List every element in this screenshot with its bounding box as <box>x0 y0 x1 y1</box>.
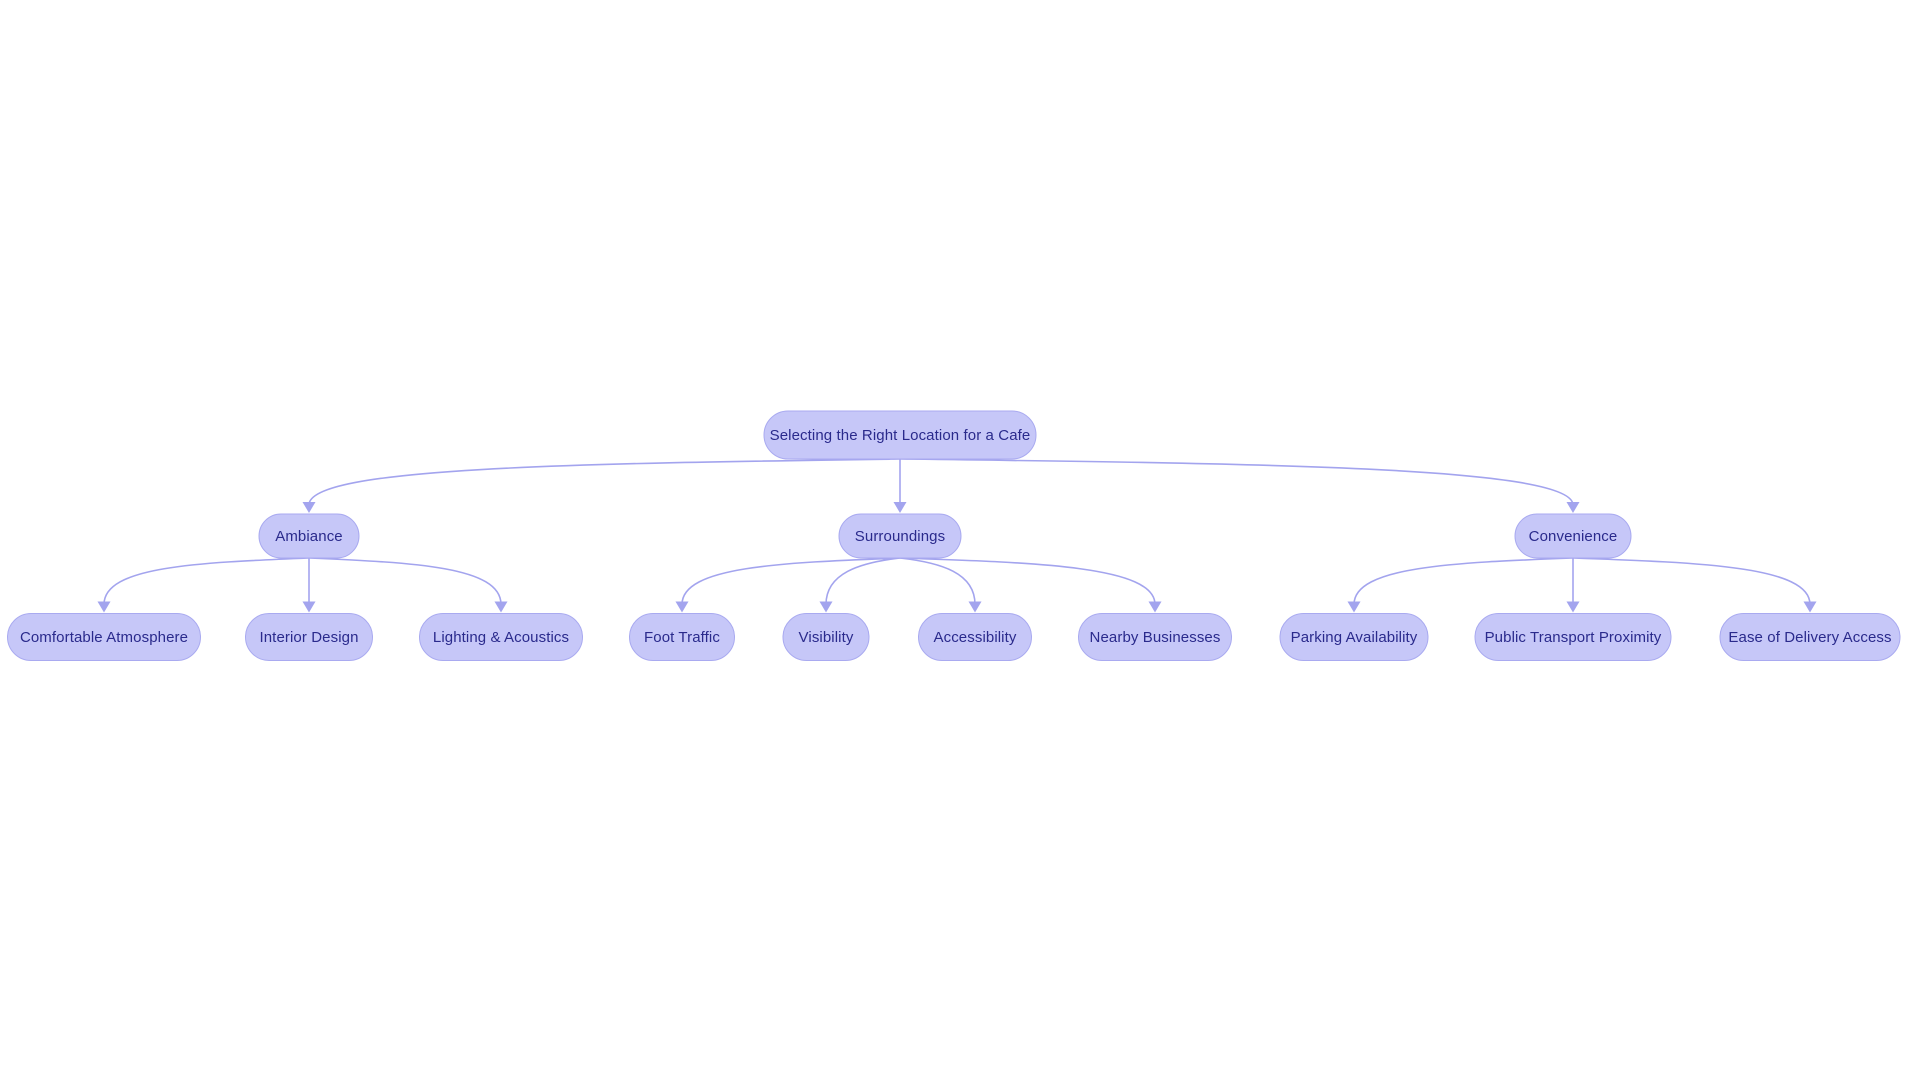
arrowhead-root-to-ambiance <box>302 502 316 513</box>
node-root[interactable]: Selecting the Right Location for a Cafe <box>763 410 1037 460</box>
arrowhead-surroundings-to-foot-traffic <box>675 601 689 613</box>
arrowhead-convenience-to-parking-availability <box>1347 601 1361 613</box>
node-convenience[interactable]: Convenience <box>1514 513 1632 559</box>
arrowhead-convenience-to-ease-of-delivery-access <box>1803 601 1817 613</box>
edge-root-to-convenience <box>899 458 1574 506</box>
node-label-ambiance: Ambiance <box>275 528 343 545</box>
edge-convenience-to-parking-availability <box>1353 557 1574 605</box>
node-ambiance[interactable]: Ambiance <box>258 513 360 559</box>
node-surroundings[interactable]: Surroundings <box>838 513 962 559</box>
node-label-foot-traffic: Foot Traffic <box>644 629 720 646</box>
edge-root-to-ambiance <box>308 458 901 506</box>
arrowhead-root-to-convenience <box>1566 502 1580 513</box>
node-foot-traffic[interactable]: Foot Traffic <box>629 613 735 661</box>
arrowhead-ambiance-to-comfortable-atmosphere <box>97 601 111 613</box>
node-label-interior-design: Interior Design <box>259 629 358 646</box>
arrowhead-ambiance-to-interior-design <box>302 601 316 613</box>
edge-surroundings-to-visibility <box>825 557 901 605</box>
node-label-root: Selecting the Right Location for a Cafe <box>770 427 1031 444</box>
node-label-convenience: Convenience <box>1529 528 1618 545</box>
arrowhead-surroundings-to-nearby-businesses <box>1148 601 1162 613</box>
edge-ambiance-to-comfortable-atmosphere <box>103 557 310 605</box>
node-label-comfortable-atmosphere: Comfortable Atmosphere <box>20 629 188 646</box>
node-label-visibility: Visibility <box>799 629 854 646</box>
arrowhead-surroundings-to-visibility <box>819 601 833 613</box>
node-comfortable-atmosphere[interactable]: Comfortable Atmosphere <box>7 613 201 661</box>
arrowhead-ambiance-to-lighting-acoustics <box>494 601 508 613</box>
mindmap-canvas: Selecting the Right Location for a Cafe A… <box>7 410 1901 661</box>
node-accessibility[interactable]: Accessibility <box>918 613 1032 661</box>
node-public-transport-proximity[interactable]: Public Transport Proximity <box>1474 613 1672 661</box>
arrowhead-root-to-surroundings <box>893 502 907 513</box>
node-interior-design[interactable]: Interior Design <box>245 613 373 661</box>
edge-surroundings-to-foot-traffic <box>681 557 901 605</box>
node-label-lighting-acoustics: Lighting & Acoustics <box>433 629 569 646</box>
node-label-surroundings: Surroundings <box>855 528 945 545</box>
node-label-accessibility: Accessibility <box>934 629 1017 646</box>
edge-surroundings-to-accessibility <box>899 557 976 605</box>
node-nearby-businesses[interactable]: Nearby Businesses <box>1078 613 1232 661</box>
node-ease-of-delivery-access[interactable]: Ease of Delivery Access <box>1719 613 1901 661</box>
node-label-parking-availability: Parking Availability <box>1291 629 1418 646</box>
nodes-layer: Selecting the Right Location for a Cafe A… <box>7 410 1901 661</box>
edge-ambiance-to-lighting-acoustics <box>308 557 502 605</box>
node-visibility[interactable]: Visibility <box>782 613 870 661</box>
node-label-public-transport-proximity: Public Transport Proximity <box>1485 629 1662 646</box>
arrowhead-surroundings-to-accessibility <box>968 601 982 613</box>
node-parking-availability[interactable]: Parking Availability <box>1279 613 1429 661</box>
node-lighting-acoustics[interactable]: Lighting & Acoustics <box>419 613 583 661</box>
node-label-ease-of-delivery-access: Ease of Delivery Access <box>1728 629 1891 646</box>
node-label-nearby-businesses: Nearby Businesses <box>1090 629 1221 646</box>
edge-convenience-to-ease-of-delivery-access <box>1572 557 1811 605</box>
arrowhead-convenience-to-public-transport-proximity <box>1566 601 1580 613</box>
mindmap-diagram: Selecting the Right Location for a Cafe A… <box>0 0 1920 1080</box>
